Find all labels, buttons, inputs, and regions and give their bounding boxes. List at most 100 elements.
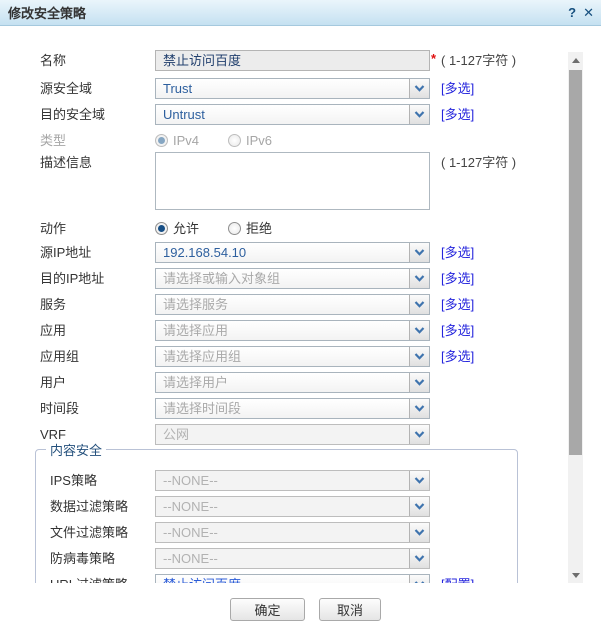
chevron-down-icon[interactable] — [409, 243, 429, 262]
source-ip-link[interactable]: [多选] — [441, 242, 474, 263]
action-radio-1[interactable]: 拒绝 — [228, 218, 272, 239]
service-select[interactable]: 请选择服务 — [155, 294, 430, 315]
chevron-down-icon[interactable] — [409, 575, 429, 583]
ips-policy-select[interactable]: --NONE-- — [155, 470, 430, 491]
dest-ip-link[interactable]: [多选] — [441, 268, 474, 289]
cancel-button[interactable]: 取消 — [319, 598, 381, 621]
radio-dot — [158, 137, 165, 144]
form-row: 源安全域 Trust [多选] — [0, 78, 566, 99]
source-zone-link[interactable]: [多选] — [441, 78, 474, 99]
dest-zone-select[interactable]: Untrust — [155, 104, 430, 125]
scroll-down-arrow-icon[interactable] — [568, 567, 583, 583]
application-link[interactable]: [多选] — [441, 320, 474, 341]
application-group-link[interactable]: [多选] — [441, 346, 474, 367]
file-filter-policy-select[interactable]: --NONE-- — [155, 522, 430, 543]
data-filter-policy-value: --NONE-- — [163, 499, 218, 514]
form-row: 描述信息 ( 1-127字符 ) — [0, 152, 566, 210]
service-link[interactable]: [多选] — [441, 294, 474, 315]
close-icon[interactable]: ✕ — [583, 0, 594, 25]
application-group-select[interactable]: 请选择应用组 — [155, 346, 430, 367]
ip-type-radio-0: IPv4 — [155, 130, 199, 151]
description-label: 描述信息 — [40, 155, 93, 170]
ip-type-radio-1: IPv6 — [228, 130, 272, 151]
time-range-value: 请选择时间段 — [163, 401, 242, 416]
chevron-down-icon[interactable] — [409, 523, 429, 542]
chevron-down-icon[interactable] — [409, 497, 429, 516]
radio-icon — [228, 134, 241, 147]
form-row: 服务 请选择服务 [多选] — [0, 294, 566, 315]
chevron-down-icon[interactable] — [409, 549, 429, 568]
chevron-down-icon[interactable] — [409, 373, 429, 392]
form-row: 应用 请选择应用 [多选] — [0, 320, 566, 341]
user-select[interactable]: 请选择用户 — [155, 372, 430, 393]
dialog-title: 修改安全策略 — [8, 6, 87, 21]
action-option-label: 允许 — [173, 221, 200, 236]
policy-name-input[interactable]: 禁止访问百度 — [155, 50, 430, 71]
required-mark: * — [431, 51, 437, 66]
user-label: 用户 — [40, 375, 67, 390]
dest-ip-value: 请选择或输入对象组 — [163, 271, 281, 286]
form-row: 文件过滤策略 --NONE-- — [0, 522, 566, 543]
antivirus-policy-select[interactable]: --NONE-- — [155, 548, 430, 569]
radio-icon — [228, 222, 241, 235]
chevron-down-icon[interactable] — [409, 471, 429, 490]
service-label: 服务 — [40, 297, 67, 312]
ok-button[interactable]: 确定 — [230, 598, 305, 621]
file-filter-policy-value: --NONE-- — [163, 525, 218, 540]
ip-type-option-label: IPv4 — [173, 133, 200, 148]
application-select[interactable]: 请选择应用 — [155, 320, 430, 341]
vrf-label: VRF — [40, 427, 66, 442]
time-range-select[interactable]: 请选择时间段 — [155, 398, 430, 419]
data-filter-policy-label: 数据过滤策略 — [50, 499, 129, 514]
scrollbar-thumb[interactable] — [569, 70, 582, 455]
form-row: VRF 公网 — [0, 424, 566, 445]
form-row: 防病毒策略 --NONE-- — [0, 548, 566, 569]
data-filter-policy-select[interactable]: --NONE-- — [155, 496, 430, 517]
radio-icon — [155, 134, 168, 147]
chevron-down-icon[interactable] — [409, 269, 429, 288]
ip-type-option-label: IPv6 — [246, 133, 273, 148]
scroll-up-arrow-icon[interactable] — [568, 52, 583, 68]
chevron-down-icon[interactable] — [409, 321, 429, 340]
vrf-select[interactable]: 公网 — [155, 424, 430, 445]
radio-icon — [155, 222, 168, 235]
action-option-label: 拒绝 — [246, 221, 273, 236]
form-row: 类型 IPv4 IPv6 — [0, 130, 566, 151]
chevron-down-icon[interactable] — [409, 295, 429, 314]
source-zone-select[interactable]: Trust — [155, 78, 430, 99]
chevron-down-icon[interactable] — [409, 79, 429, 98]
vertical-scrollbar[interactable] — [568, 52, 583, 583]
chevron-down-icon[interactable] — [409, 347, 429, 366]
application-group-value: 请选择应用组 — [163, 349, 242, 364]
action-radio-0[interactable]: 允许 — [155, 218, 199, 239]
form-row: 动作 允许 拒绝 — [0, 218, 566, 239]
source-ip-label: 源IP地址 — [40, 245, 92, 260]
chevron-down-icon[interactable] — [409, 399, 429, 418]
url-filter-policy-link[interactable]: [配置] — [441, 574, 474, 583]
radio-dot — [158, 225, 165, 232]
application-group-label: 应用组 — [40, 349, 80, 364]
form-row: 用户 请选择用户 — [0, 372, 566, 393]
dest-zone-link[interactable]: [多选] — [441, 104, 474, 125]
chevron-down-icon[interactable] — [409, 425, 429, 444]
file-filter-policy-label: 文件过滤策略 — [50, 525, 129, 540]
description-textarea[interactable] — [155, 152, 430, 210]
form-row: 名称 禁止访问百度 * ( 1-127字符 ) — [0, 50, 566, 71]
source-ip-select[interactable]: 192.168.54.10 — [155, 242, 430, 263]
source-zone-label: 源安全域 — [40, 81, 93, 96]
url-filter-policy-select[interactable]: 禁止访问百度 — [155, 574, 430, 583]
policy-name-label: 名称 — [40, 53, 67, 68]
application-label: 应用 — [40, 323, 67, 338]
ip-type-label: 类型 — [40, 133, 67, 148]
dest-ip-select[interactable]: 请选择或输入对象组 — [155, 268, 430, 289]
form-row: 目的安全域 Untrust [多选] — [0, 104, 566, 125]
help-icon[interactable]: ? — [568, 0, 576, 25]
form-row: 源IP地址 192.168.54.10 [多选] — [0, 242, 566, 263]
chevron-down-icon[interactable] — [409, 105, 429, 124]
field-hint: ( 1-127字符 ) — [441, 53, 517, 68]
form-row: IPS策略 --NONE-- — [0, 470, 566, 491]
antivirus-policy-label: 防病毒策略 — [50, 551, 116, 566]
antivirus-policy-value: --NONE-- — [163, 551, 218, 566]
form-row: 目的IP地址 请选择或输入对象组 [多选] — [0, 268, 566, 289]
form-row: 数据过滤策略 --NONE-- — [0, 496, 566, 517]
